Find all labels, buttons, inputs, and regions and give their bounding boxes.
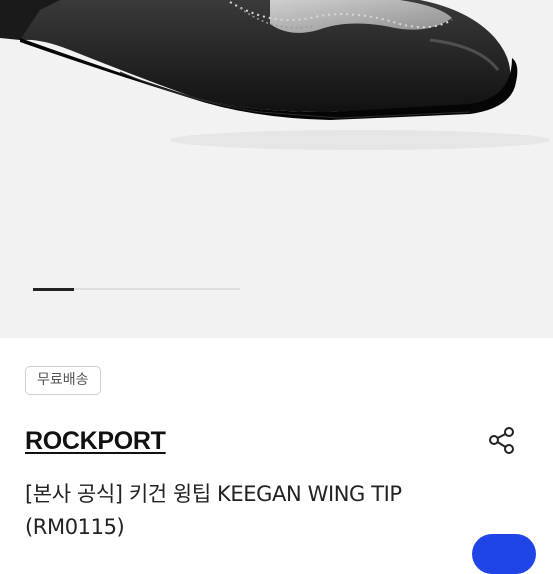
brand-link[interactable]: ROCKPORT <box>25 427 166 456</box>
gallery-pager <box>33 287 240 291</box>
gallery-pager-active <box>33 287 74 291</box>
floating-action-button[interactable] <box>472 534 536 574</box>
product-image-gallery[interactable] <box>0 0 553 338</box>
free-shipping-badge: 무료배송 <box>25 366 101 395</box>
share-button[interactable] <box>486 424 518 456</box>
product-title: [본사 공식] 키건 윙팁 KEEGAN WING TIP (RM0115) <box>25 482 402 539</box>
share-icon <box>489 427 514 454</box>
